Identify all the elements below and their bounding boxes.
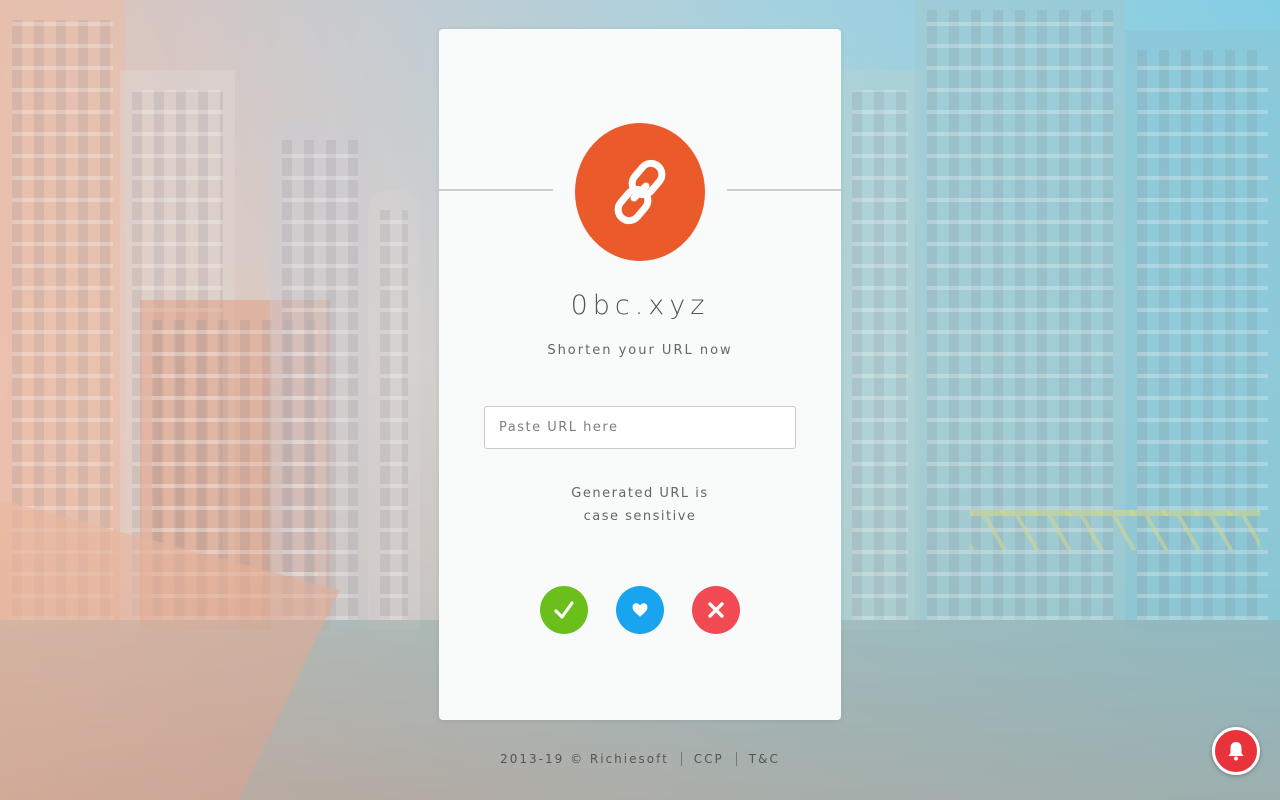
favorite-button[interactable] xyxy=(616,586,664,634)
action-buttons xyxy=(540,586,740,634)
footer: 2013-19 © Richiesoft CCP T&C xyxy=(0,752,1280,766)
ccp-link[interactable]: CCP xyxy=(694,752,724,766)
copyright-text: 2013-19 © Richiesoft xyxy=(500,752,669,766)
building xyxy=(840,70,920,630)
building xyxy=(368,190,420,630)
note-line-2: case sensitive xyxy=(583,509,697,524)
tc-link[interactable]: T&C xyxy=(749,752,780,766)
notification-button[interactable] xyxy=(1212,727,1260,775)
clear-button[interactable] xyxy=(692,586,740,634)
case-sensitive-note: Generated URL is case sensitive xyxy=(439,482,841,528)
bridge xyxy=(970,510,1260,550)
brand-tagline: Shorten your URL now xyxy=(547,343,733,358)
note-line-1: Generated URL is xyxy=(571,486,709,501)
brand-title: 0bc.xyz xyxy=(570,290,710,321)
footer-separator xyxy=(735,752,737,766)
logo-badge xyxy=(575,123,705,261)
close-icon xyxy=(708,602,724,618)
bell-icon xyxy=(1228,742,1244,761)
link-icon xyxy=(614,159,666,225)
divider-left xyxy=(439,189,553,191)
checkmark-icon xyxy=(554,601,574,619)
heart-icon xyxy=(632,603,648,617)
divider-right xyxy=(727,189,841,191)
footer-separator xyxy=(680,752,682,766)
url-input[interactable] xyxy=(484,406,796,449)
generate-button[interactable] xyxy=(540,586,588,634)
shortener-card: 0bc.xyz Shorten your URL now Generated U… xyxy=(439,29,841,720)
building xyxy=(270,120,370,630)
